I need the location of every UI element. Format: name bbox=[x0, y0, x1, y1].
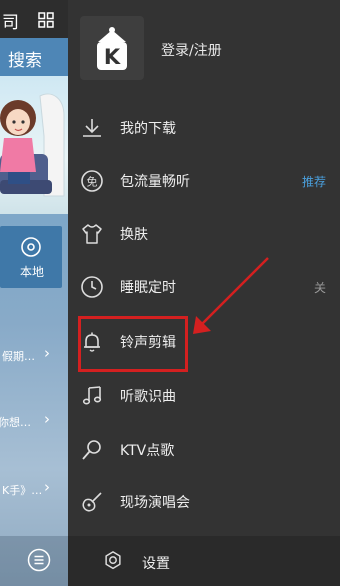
annotation-arrow bbox=[193, 257, 269, 334]
